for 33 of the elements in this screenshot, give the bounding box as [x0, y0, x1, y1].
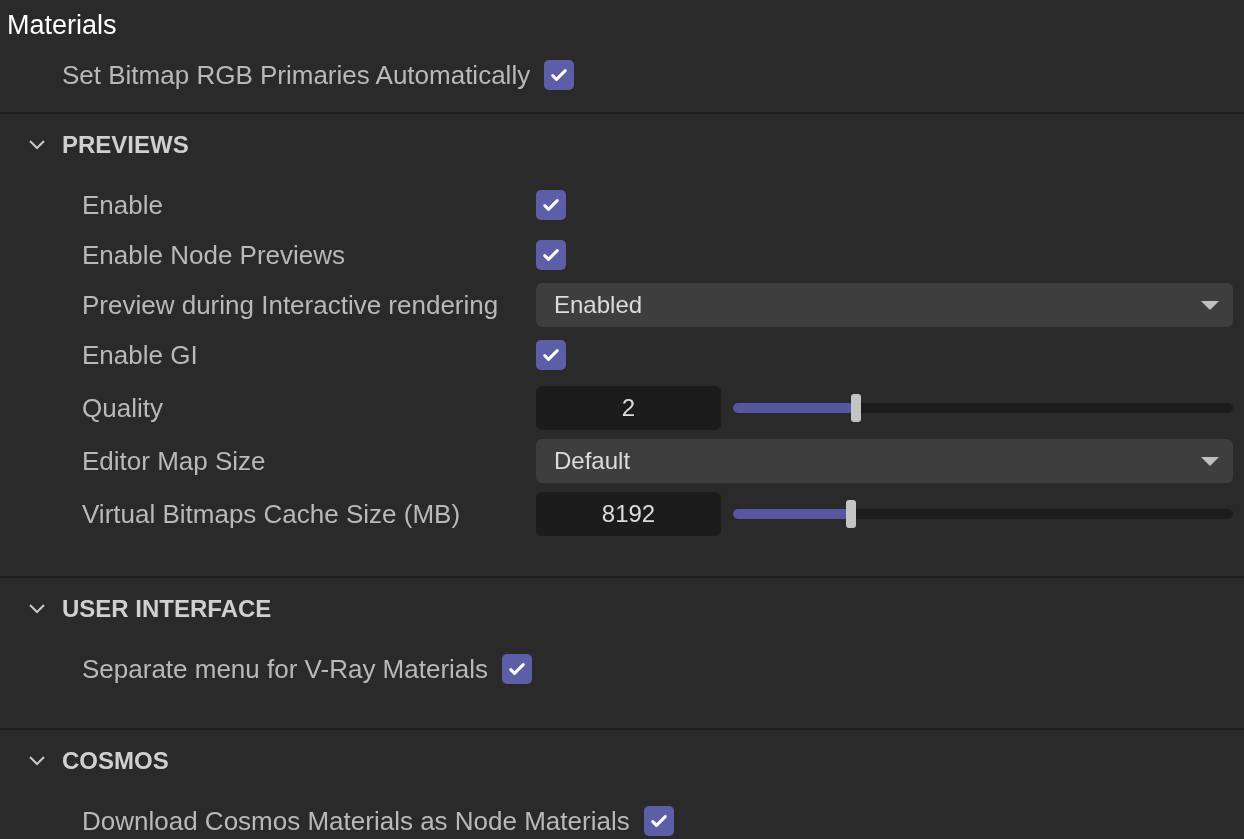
option-label: Quality [82, 392, 164, 424]
checkbox[interactable] [544, 60, 575, 90]
chevron-icon[interactable] [28, 603, 46, 615]
caret-icon [1201, 300, 1219, 310]
option-label: Virtual Bitmaps Cache Size (MB) [82, 498, 462, 530]
option-label: Separate menu for V-Ray Materials [82, 653, 489, 685]
option-label: Set Bitmap RGB Primaries Automatically [62, 59, 531, 91]
section-title[interactable]: USER INTERFACE [62, 595, 272, 623]
option-label: Editor Map Size [82, 445, 267, 477]
option-label: Enable GI [82, 339, 199, 371]
caret-icon [1201, 456, 1219, 466]
slider-handle[interactable] [850, 394, 861, 422]
number-field[interactable]: 8192 [536, 492, 721, 536]
checkbox[interactable] [536, 340, 566, 370]
option-label: Enable Node Previews [82, 239, 347, 271]
checkbox[interactable] [643, 806, 674, 836]
chevron-icon[interactable] [28, 139, 46, 151]
dropdown[interactable]: Enabled [536, 283, 1233, 327]
option-label: Enable [82, 189, 164, 221]
chevron-icon[interactable] [28, 755, 46, 767]
section-title[interactable]: COSMOS [62, 747, 169, 775]
dropdown[interactable]: Default [536, 439, 1233, 483]
slider[interactable] [733, 500, 1233, 528]
checkbox[interactable] [536, 240, 566, 270]
slider[interactable] [733, 394, 1233, 422]
section-title[interactable]: PREVIEWS [62, 131, 189, 159]
slider-handle[interactable] [845, 500, 856, 528]
checkbox[interactable] [536, 190, 566, 220]
panel-title: Materials [6, 9, 118, 42]
checkbox[interactable] [502, 654, 533, 684]
number-field[interactable]: 2 [536, 386, 721, 430]
option-label: Preview during Interactive rendering [82, 289, 500, 321]
option-label: Download Cosmos Materials as Node Materials [82, 805, 630, 837]
